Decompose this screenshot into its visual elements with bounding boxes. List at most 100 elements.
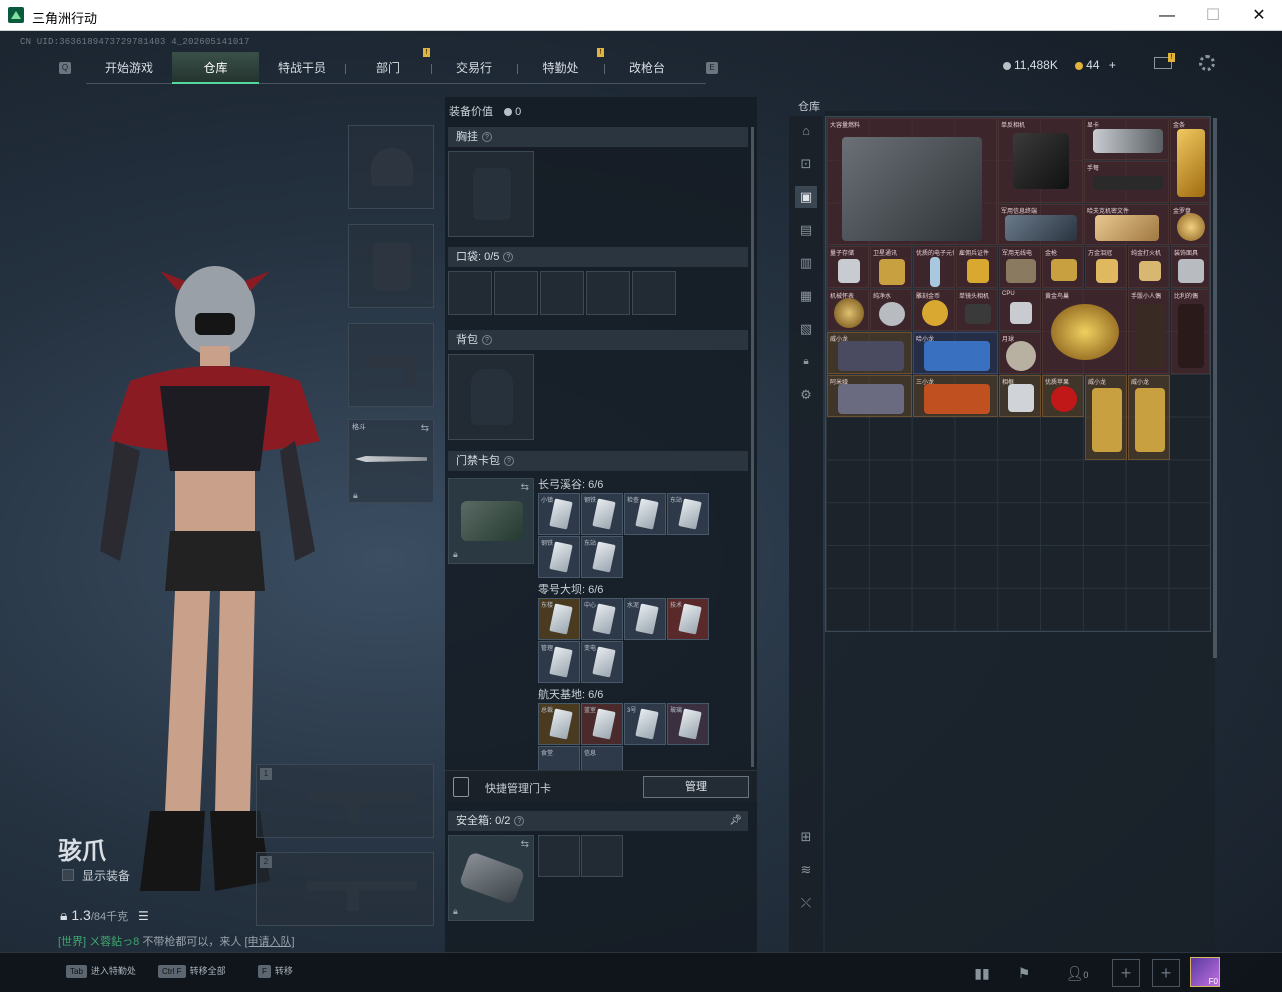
stash-item[interactable]: 金枪 [1042, 246, 1084, 288]
stash-item[interactable]: 威小龙 [827, 332, 912, 374]
stash-settings-icon[interactable]: ⚙︎ [795, 384, 817, 406]
stash-tab-all-icon[interactable]: ⌂ [795, 120, 817, 142]
maximize-button[interactable]: ☐ [1190, 0, 1236, 31]
stash-item[interactable]: 手骰小人偶 [1128, 289, 1170, 374]
add-party-member-button[interactable]: + [1112, 959, 1140, 987]
manage-button[interactable]: 管理 [643, 776, 749, 798]
keycard-item[interactable]: 变电 [581, 641, 623, 683]
keycard-item[interactable]: 水泥 [624, 598, 666, 640]
stash-item[interactable]: 量子存储 [827, 246, 869, 288]
armor-slot[interactable] [348, 224, 434, 308]
keycard-item[interactable]: 钢铁 [581, 493, 623, 535]
gear-icon[interactable] [1199, 55, 1215, 71]
keycard-item[interactable]: 东站 [581, 536, 623, 578]
stash-item[interactable]: 相框 [999, 375, 1041, 417]
tab-warehouse[interactable]: 仓库 [172, 52, 259, 84]
hotkey-hint[interactable]: Ctrl F 转移全部 [158, 964, 226, 978]
stash-item[interactable]: 纯净水 [870, 289, 912, 331]
keycard-item[interactable]: 小镇 [538, 493, 580, 535]
swap-icon[interactable]: ⇆ [421, 423, 429, 434]
tab-department[interactable]: 部门 [345, 52, 431, 84]
stats-icon[interactable]: ▮▮ [970, 961, 994, 985]
keycard-item[interactable]: 钢铁 [538, 536, 580, 578]
safe-box-cell[interactable] [581, 835, 623, 877]
stash-item[interactable]: 威小龙 [1085, 375, 1127, 460]
stash-item[interactable]: 金条 [1170, 118, 1210, 203]
stash-item[interactable]: 装饰面具 [1171, 246, 1210, 288]
stash-tab-ammo-icon[interactable]: ▦ [795, 285, 817, 307]
friends-icon[interactable]: 👤︎0 [1060, 961, 1094, 985]
stash-item[interactable]: 万金泪冠 [1085, 246, 1127, 288]
stash-item[interactable]: 机械怀表 [827, 289, 869, 331]
keycard-item[interactable]: 技术 [667, 598, 709, 640]
stash-item[interactable]: 三小龙 [913, 375, 998, 417]
stash-item[interactable]: 大容量燃料 [827, 118, 997, 245]
stash-item[interactable]: 阿米娅 [827, 375, 912, 417]
pocket-slot[interactable] [632, 271, 676, 315]
stash-item[interactable]: 优质苹果 [1042, 375, 1084, 417]
help-icon[interactable]: ? [482, 132, 492, 143]
stash-tab-locked-icon[interactable]: 🔒︎ [795, 351, 817, 373]
avatar[interactable]: F0 [1190, 957, 1220, 987]
tab-operators[interactable]: 特战干员 [259, 52, 345, 84]
stash-tab-armor-icon[interactable]: ▥ [795, 252, 817, 274]
stash-item[interactable]: 显卡 [1084, 118, 1169, 160]
hotkey-hint[interactable]: F 转移 [258, 964, 293, 978]
stash-item[interactable]: 单镜头相机 [956, 289, 998, 331]
chat-user[interactable]: ㄨ蓉鉆っ8 [89, 936, 139, 948]
stash-tab-weapons-icon[interactable]: ⊡ [795, 153, 817, 175]
stash-item[interactable]: 纯金打火机 [1128, 246, 1170, 288]
stash-item[interactable]: 哈小龙 [913, 332, 998, 374]
melee-slot[interactable]: 格斗 ⇆ 🔒︎ [348, 419, 434, 503]
flag-icon[interactable]: ⚑ [1012, 961, 1036, 985]
stash-tab-items-icon[interactable]: ▣ [795, 186, 817, 208]
tab-gunsmith[interactable]: 改枪台 [604, 52, 690, 84]
stash-item[interactable]: 月球 [999, 332, 1041, 374]
stash-item[interactable]: 黄金鸟巢 [1042, 289, 1127, 374]
stash-item[interactable]: 卫星通讯 [870, 246, 912, 288]
pocket-slot[interactable] [448, 271, 492, 315]
keycard-item[interactable]: 检查 [624, 493, 666, 535]
stash-scrollbar[interactable] [1213, 118, 1217, 658]
close-button[interactable]: ✕ [1236, 0, 1282, 31]
scrollbar[interactable] [751, 127, 754, 767]
minimize-button[interactable]: — [1144, 0, 1190, 31]
swap-icon[interactable]: ⇆ [521, 482, 529, 493]
add-party-member-button[interactable]: + [1152, 959, 1180, 987]
pistol-slot[interactable] [348, 323, 434, 407]
keycard-item[interactable]: 东楼 [538, 598, 580, 640]
help-icon[interactable]: ? [482, 335, 492, 346]
safe-box-cell[interactable] [538, 835, 580, 877]
hotkey-hint[interactable]: Tab 进入特勤处 [66, 964, 136, 978]
safe-box-slot[interactable]: ⇆ 🔒︎ [448, 835, 534, 921]
stash-item[interactable]: 威小龙 [1128, 375, 1170, 460]
tab-special-service[interactable]: 特勤处 [517, 52, 604, 84]
keycard-item[interactable]: 蓝室 [581, 703, 623, 745]
help-icon[interactable]: ? [503, 252, 514, 263]
stash-item[interactable]: CPU [999, 289, 1041, 331]
stash-item[interactable]: 单反相机 [998, 118, 1083, 203]
keycard-item[interactable]: 总裁 [538, 703, 580, 745]
stash-item[interactable]: 比利的偶 [1171, 289, 1210, 374]
stash-transfer-icon[interactable]: ⤬ [795, 892, 817, 914]
pocket-slot[interactable] [494, 271, 538, 315]
tab-start-game[interactable]: 开始游戏 [86, 52, 172, 84]
add-currency-button[interactable]: + [1109, 58, 1116, 72]
keycard-item[interactable]: 东站 [667, 493, 709, 535]
swap-icon[interactable]: ⇆ [521, 839, 529, 850]
stash-layers-icon[interactable]: ≋ [795, 859, 817, 881]
stash-tab-medical-icon[interactable]: ▧ [795, 318, 817, 340]
help-icon[interactable]: ? [514, 816, 525, 827]
pocket-slot[interactable] [586, 271, 630, 315]
stash-item[interactable]: 金罗盘 [1170, 204, 1210, 245]
keycard-item[interactable]: 管理 [538, 641, 580, 683]
tab-trading[interactable]: 交易行 [431, 52, 517, 84]
stash-item[interactable]: 军用信息终端 [998, 204, 1083, 245]
stash-item[interactable]: 哈夫克机密文件 [1084, 204, 1169, 245]
helmet-slot[interactable] [348, 125, 434, 209]
stash-item[interactable]: 手弩 [1084, 161, 1169, 203]
stash-sort-icon[interactable]: ⊞ [795, 826, 817, 848]
pocket-slot[interactable] [540, 271, 584, 315]
keycard-item[interactable]: 玻璃 [667, 703, 709, 745]
stash-tab-gear-icon[interactable]: ▤ [795, 219, 817, 241]
